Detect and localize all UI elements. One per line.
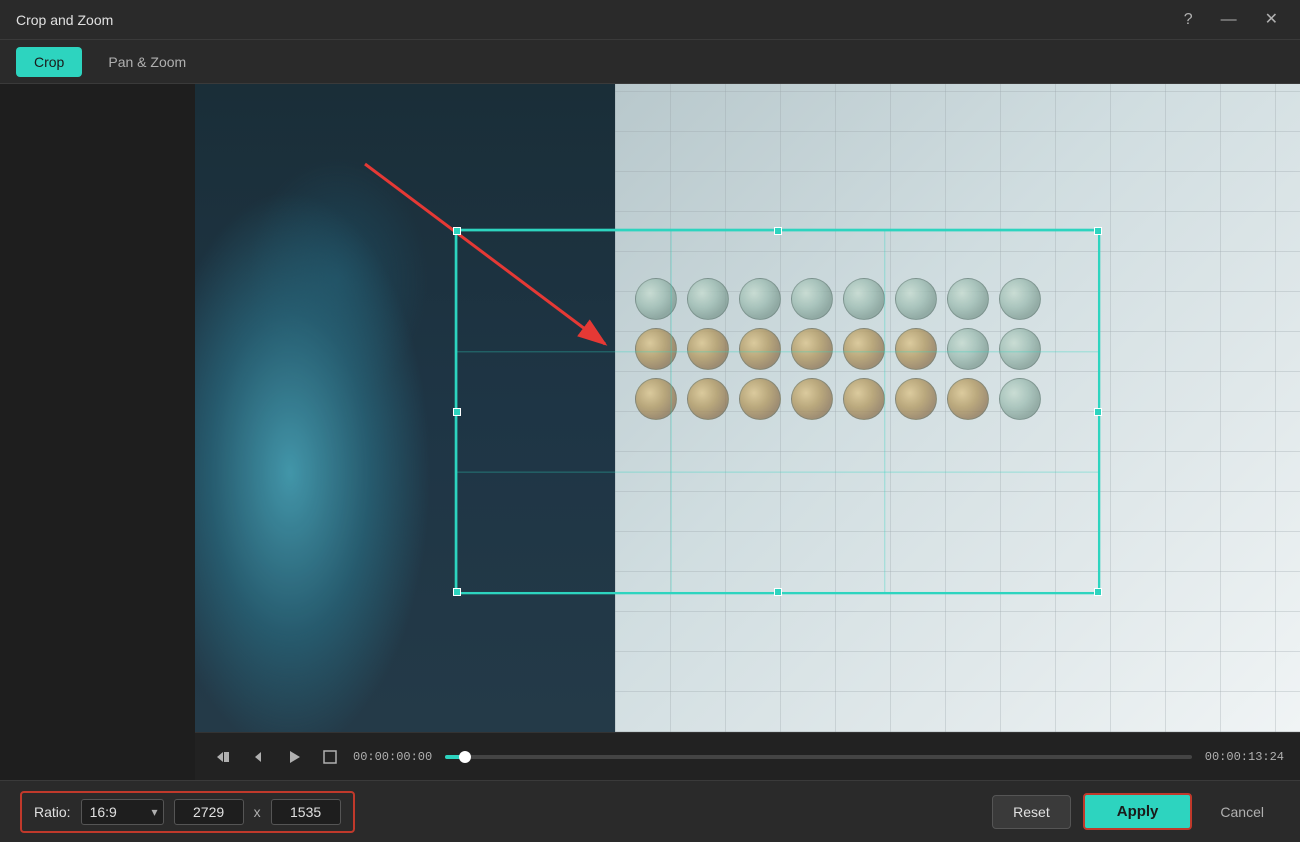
well xyxy=(999,378,1041,420)
well xyxy=(999,278,1041,320)
left-sidebar xyxy=(0,84,195,780)
ratio-select-wrapper: 16:9 Original 4:3 1:1 9:16 Custom xyxy=(81,799,164,825)
video-area: 00:00:00:00 00:00:13:24 xyxy=(195,84,1300,780)
action-buttons: Reset Apply Cancel xyxy=(992,793,1280,830)
ratio-label: Ratio: xyxy=(34,804,71,820)
well xyxy=(687,278,729,320)
well-filled xyxy=(635,378,677,420)
well-filled xyxy=(635,328,677,370)
well xyxy=(947,278,989,320)
well-filled xyxy=(843,378,885,420)
height-input[interactable] xyxy=(271,799,341,825)
dimension-separator: x xyxy=(254,804,261,820)
main-content: 00:00:00:00 00:00:13:24 xyxy=(0,84,1300,780)
width-input[interactable] xyxy=(174,799,244,825)
tabs-bar: Crop Pan & Zoom xyxy=(0,40,1300,84)
help-button[interactable]: ? xyxy=(1178,8,1199,32)
well-filled xyxy=(843,328,885,370)
reset-button[interactable]: Reset xyxy=(992,795,1071,829)
end-time: 00:00:13:24 xyxy=(1204,750,1284,764)
ratio-dropdown[interactable]: 16:9 Original 4:3 1:1 9:16 Custom xyxy=(81,799,164,825)
well-filled xyxy=(739,378,781,420)
well-filled xyxy=(947,378,989,420)
play-button[interactable] xyxy=(283,745,307,769)
wellplate-area xyxy=(615,84,1300,732)
well xyxy=(843,278,885,320)
cancel-button[interactable]: Cancel xyxy=(1204,796,1280,828)
wells-container xyxy=(635,278,1280,712)
timeline-thumb[interactable] xyxy=(459,751,471,763)
tab-pan-zoom[interactable]: Pan & Zoom xyxy=(90,47,204,77)
window-title: Crop and Zoom xyxy=(16,12,113,28)
well-filled xyxy=(687,328,729,370)
well xyxy=(739,278,781,320)
square-button[interactable] xyxy=(319,746,341,768)
well-filled xyxy=(739,328,781,370)
titlebar-controls: ? — ✕ xyxy=(1178,8,1284,32)
well xyxy=(791,278,833,320)
well xyxy=(999,328,1041,370)
close-button[interactable]: ✕ xyxy=(1259,8,1284,32)
current-time: 00:00:00:00 xyxy=(353,750,433,764)
tab-crop[interactable]: Crop xyxy=(16,47,82,77)
well-filled xyxy=(895,328,937,370)
playback-bar: 00:00:00:00 00:00:13:24 xyxy=(195,732,1300,780)
well-row-3 xyxy=(635,378,1280,420)
glove-area xyxy=(195,84,670,732)
well-filled xyxy=(687,378,729,420)
well-row-1 xyxy=(635,278,1280,320)
well-row-2 xyxy=(635,328,1280,370)
ratio-section: Ratio: 16:9 Original 4:3 1:1 9:16 Custom… xyxy=(20,791,355,833)
titlebar: Crop and Zoom ? — ✕ xyxy=(0,0,1300,40)
bottom-bar: Ratio: 16:9 Original 4:3 1:1 9:16 Custom… xyxy=(0,780,1300,842)
preview-container xyxy=(195,84,1300,732)
video-frame xyxy=(195,84,1300,732)
well xyxy=(635,278,677,320)
step-back-button[interactable] xyxy=(211,745,235,769)
frame-back-button[interactable] xyxy=(247,745,271,769)
well xyxy=(895,278,937,320)
well-filled xyxy=(791,328,833,370)
well-filled xyxy=(791,378,833,420)
well xyxy=(947,328,989,370)
minimize-button[interactable]: — xyxy=(1215,8,1243,32)
well-filled xyxy=(895,378,937,420)
apply-button[interactable]: Apply xyxy=(1083,793,1193,830)
timeline-track[interactable] xyxy=(445,755,1192,759)
